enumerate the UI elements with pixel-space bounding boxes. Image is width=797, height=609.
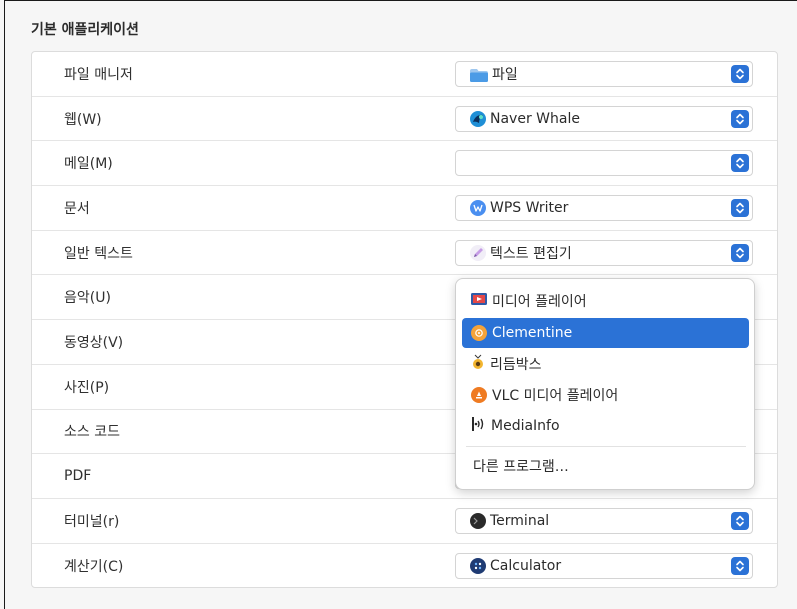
dropdown-item-media-player[interactable]: 미디어 플레이어 (462, 286, 749, 316)
row-terminal: 터미널(r) Terminal (32, 499, 777, 544)
mediainfo-icon (471, 416, 489, 436)
row-label: 동영상(V) (64, 335, 124, 352)
dropdown-item-clementine[interactable]: Clementine (462, 318, 749, 348)
row-label: 소스 코드 (64, 424, 120, 441)
dropdown-item-other-program[interactable]: 다른 프로그램… (462, 451, 749, 481)
row-plain-text: 일반 텍스트 텍스트 편집기 (32, 231, 777, 276)
folder-icon (470, 67, 488, 83)
updown-arrow-icon[interactable] (731, 243, 749, 262)
dropdown-item-label: 리듬박스 (490, 357, 542, 373)
vlc-icon (471, 387, 487, 403)
web-browser-select[interactable]: Naver Whale (455, 105, 753, 132)
row-label: 일반 텍스트 (64, 245, 133, 262)
wps-writer-icon (470, 199, 486, 216)
calculator-icon (470, 558, 486, 575)
settings-window: 기본 애플리케이션 파일 매니저 파일 웹(W) Naver Whale 메일(… (4, 0, 797, 609)
whale-icon (470, 110, 486, 127)
combo-value: 파일 (492, 66, 518, 83)
combo-value: Terminal (490, 512, 550, 529)
calculator-select[interactable]: Calculator (455, 553, 753, 580)
terminal-select[interactable]: Terminal (455, 507, 753, 534)
updown-arrow-icon[interactable] (731, 64, 749, 83)
row-label: 사진(P) (64, 379, 110, 396)
file-manager-select[interactable]: 파일 (455, 60, 753, 87)
row-label: 메일(M) (64, 156, 113, 173)
clementine-icon (471, 325, 487, 341)
document-select[interactable]: WPS Writer (455, 194, 753, 221)
row-calculator: 계산기(C) Calculator (32, 544, 777, 589)
row-label: 터미널(r) (64, 513, 120, 530)
row-label: PDF (64, 468, 92, 485)
updown-arrow-icon[interactable] (731, 198, 749, 217)
dropdown-item-rhythmbox[interactable]: 리듬박스 (462, 349, 749, 379)
media-player-icon (471, 292, 487, 310)
row-file-manager: 파일 매니저 파일 (32, 52, 777, 97)
row-mail: 메일(M) (32, 141, 777, 187)
row-label: 계산기(C) (64, 559, 124, 576)
updown-arrow-icon[interactable] (731, 109, 749, 128)
rhythmbox-icon (471, 354, 485, 374)
combo-value: Calculator (490, 558, 562, 575)
music-app-dropdown: 미디어 플레이어 Clementine 리듬박스 VLC 미디어 플레이어 Me… (455, 278, 755, 490)
dropdown-item-label: VLC 미디어 플레이어 (492, 388, 619, 404)
dropdown-separator (466, 446, 746, 447)
mail-select[interactable] (455, 150, 753, 177)
row-label: 파일 매니저 (64, 66, 133, 83)
text-editor-icon (470, 244, 486, 261)
dropdown-item-mediainfo[interactable]: MediaInfo (462, 411, 749, 441)
updown-arrow-icon[interactable] (731, 154, 749, 173)
dropdown-item-label: 다른 프로그램… (473, 459, 569, 475)
row-document: 문서 WPS Writer (32, 186, 777, 231)
row-web: 웹(W) Naver Whale (32, 97, 777, 142)
dropdown-item-label: Clementine (492, 325, 573, 341)
dropdown-item-vlc[interactable]: VLC 미디어 플레이어 (462, 380, 749, 410)
row-label: 문서 (64, 200, 90, 217)
combo-value: WPS Writer (490, 199, 569, 216)
updown-arrow-icon[interactable] (731, 511, 749, 530)
combo-value: Naver Whale (490, 110, 580, 127)
row-label: 음악(U) (64, 290, 111, 307)
plain-text-select[interactable]: 텍스트 편집기 (455, 239, 753, 266)
row-label: 웹(W) (64, 111, 102, 128)
updown-arrow-icon[interactable] (731, 557, 749, 576)
terminal-icon (470, 512, 486, 529)
dropdown-item-label: 미디어 플레이어 (492, 294, 587, 310)
section-title: 기본 애플리케이션 (31, 22, 139, 38)
combo-value: 텍스트 편집기 (490, 245, 572, 262)
dropdown-item-label: MediaInfo (491, 418, 560, 434)
